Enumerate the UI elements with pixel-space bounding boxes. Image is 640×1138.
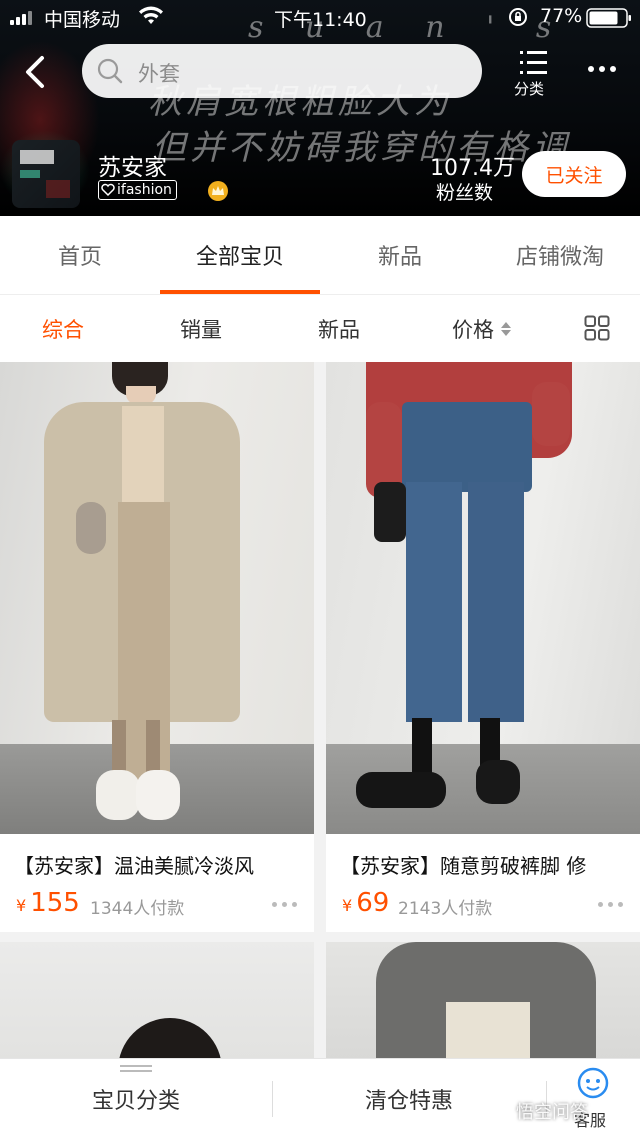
more-options-icon[interactable]: [598, 902, 624, 908]
tab-all-items[interactable]: 全部宝贝: [160, 216, 320, 294]
search-placeholder: 外套: [138, 62, 180, 86]
shop-name[interactable]: 苏安家: [98, 148, 167, 182]
more-options-icon[interactable]: [272, 902, 298, 908]
customer-service-icon[interactable]: [576, 1067, 610, 1101]
status-time: 下午11:40: [274, 9, 367, 31]
more-icon[interactable]: [584, 62, 620, 78]
product-card[interactable]: [326, 942, 640, 1062]
status-bar: 中国移动 下午11:40 77%: [0, 0, 640, 34]
product-image[interactable]: [0, 942, 314, 1062]
battery-icon: [586, 8, 631, 28]
product-image[interactable]: [0, 362, 314, 834]
carrier-name: 中国移动: [44, 9, 121, 31]
search-icon: [97, 58, 123, 84]
source-watermark: 悟空问答: [516, 1102, 588, 1123]
ifashion-label: ifashion: [117, 181, 172, 198]
product-card[interactable]: 【苏安家】随意剪破裤脚 修 ¥ 69 2143人付款: [326, 362, 640, 932]
price-currency: ¥: [16, 896, 27, 915]
heart-icon: [101, 183, 115, 197]
tab-new[interactable]: 新品: [320, 216, 480, 294]
shop-tabs: 首页 全部宝贝 新品 店铺微淘: [0, 216, 640, 294]
clearance-button[interactable]: 清仓特惠: [273, 1059, 545, 1138]
product-price: ¥ 69: [342, 888, 389, 918]
category-icon[interactable]: [516, 48, 552, 78]
price-value: 69: [356, 888, 390, 918]
item-categories-button[interactable]: 宝贝分类: [0, 1059, 272, 1138]
tab-microtao[interactable]: 店铺微淘: [480, 216, 640, 294]
follow-button[interactable]: 已关注: [522, 151, 626, 197]
product-image[interactable]: [326, 362, 640, 834]
shop-header: s u a n ' s 秋肩宽根粗脸大为 但并不妨碍我穿的有格调 中国移动 下午…: [0, 0, 640, 216]
ifashion-badge: ifashion: [98, 180, 177, 200]
sort-price-label: 价格: [452, 318, 494, 342]
grid-view-icon[interactable]: [584, 315, 610, 341]
sort-new[interactable]: 新品: [318, 295, 360, 363]
wifi-icon: [139, 6, 163, 24]
battery-percent: 77%: [540, 5, 583, 27]
sold-count: 2143人付款: [398, 899, 493, 919]
sort-bar: 综合 销量 新品 价格: [0, 294, 640, 362]
product-card[interactable]: 【苏安家】温油美腻冷淡风 ¥ 155 1344人付款: [0, 362, 314, 932]
sold-count: 1344人付款: [90, 899, 185, 919]
fans-label: 粉丝数: [436, 182, 494, 204]
product-title[interactable]: 【苏安家】随意剪破裤脚 修: [340, 850, 586, 879]
rotation-lock-icon: [509, 8, 527, 26]
sort-arrows-icon: [501, 322, 511, 336]
category-label[interactable]: 分类: [514, 78, 544, 99]
product-price: ¥ 155: [16, 888, 80, 918]
product-image[interactable]: [326, 942, 640, 1062]
product-card[interactable]: [0, 942, 314, 1062]
price-value: 155: [30, 888, 80, 918]
shop-avatar[interactable]: [12, 140, 80, 208]
price-currency: ¥: [342, 896, 353, 915]
signal-icon: [10, 11, 36, 25]
search-input[interactable]: 外套: [82, 44, 482, 98]
sort-price[interactable]: 价格: [452, 295, 512, 363]
product-title[interactable]: 【苏安家】温油美腻冷淡风: [14, 850, 254, 879]
crown-icon: [208, 181, 228, 201]
back-icon[interactable]: [16, 52, 56, 92]
tab-home[interactable]: 首页: [0, 216, 160, 294]
sort-comprehensive[interactable]: 综合: [42, 295, 84, 363]
sort-sales[interactable]: 销量: [180, 295, 222, 363]
